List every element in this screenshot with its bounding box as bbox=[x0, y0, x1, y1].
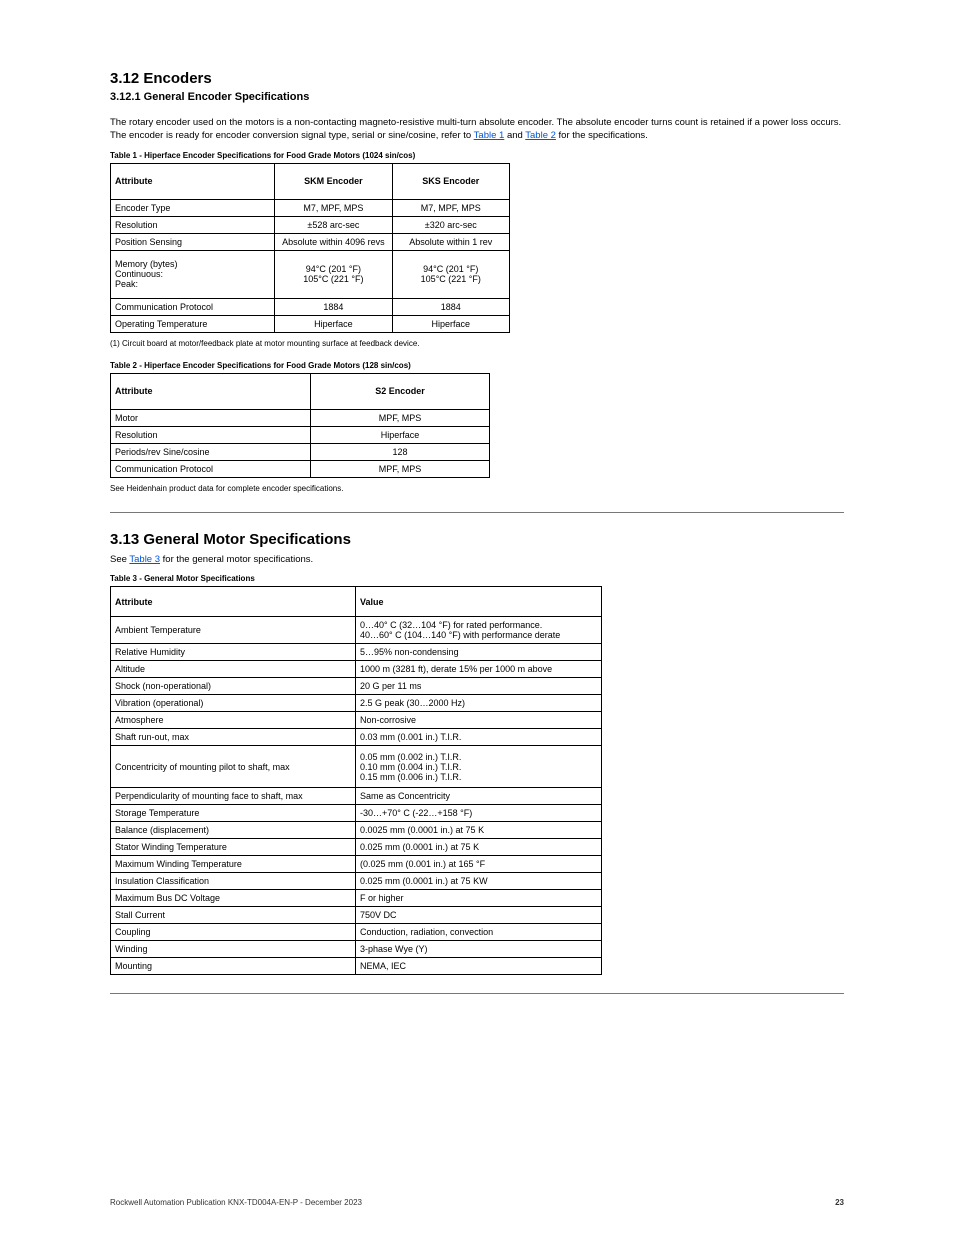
table-row: Concentricity of mounting pilot to shaft… bbox=[111, 746, 602, 788]
table1-h0: Attribute bbox=[111, 163, 275, 199]
table-row: Storage Temperature-30…+70° C (-22…+158 … bbox=[111, 805, 602, 822]
table3: Attribute Value Ambient Temperature0…40°… bbox=[110, 586, 602, 975]
footer-page-number: 23 bbox=[835, 1198, 844, 1207]
table1-h2: SKS Encoder bbox=[392, 163, 509, 199]
table-row: Stall Current750V DC bbox=[111, 907, 602, 924]
table3-h1: Value bbox=[356, 587, 602, 617]
intro-link-1[interactable]: Table 1 bbox=[474, 130, 505, 141]
table-row: Vibration (operational)2.5 G peak (30…20… bbox=[111, 695, 602, 712]
table-row: Stator Winding Temperature0.025 mm (0.00… bbox=[111, 839, 602, 856]
table1-caption: Table 1 - Hiperface Encoder Specificatio… bbox=[110, 151, 844, 160]
table-row: Relative Humidity5…95% non-condensing bbox=[111, 644, 602, 661]
table2-h1: S2 Encoder bbox=[311, 373, 490, 409]
table2-footnote: See Heidenhain product data for complete… bbox=[110, 484, 844, 494]
table-row: Maximum Winding Temperature(0.025 mm (0.… bbox=[111, 856, 602, 873]
divider bbox=[110, 512, 844, 513]
table-row: AtmosphereNon-corrosive bbox=[111, 712, 602, 729]
table-row: Communication Protocol MPF, MPS bbox=[111, 460, 490, 477]
table-row: Balance (displacement)0.0025 mm (0.0001 … bbox=[111, 822, 602, 839]
table-row: Motor MPF, MPS bbox=[111, 409, 490, 426]
table1-footnote: (1) Circuit board at motor/feedback plat… bbox=[110, 339, 844, 349]
table-row: Perpendicularity of mounting face to sha… bbox=[111, 788, 602, 805]
sec2-link[interactable]: Table 3 bbox=[129, 554, 160, 565]
section-heading-3-13: 3.13 General Motor Specifications bbox=[110, 531, 844, 548]
sec2-intro: See Table 3 for the general motor specif… bbox=[110, 554, 844, 567]
table2-h0: Attribute bbox=[111, 373, 311, 409]
table-row: Resolution ±528 arc-sec ±320 arc-sec bbox=[111, 216, 510, 233]
table-row: Altitude1000 m (3281 ft), derate 15% per… bbox=[111, 661, 602, 678]
subsection-title: 3.12.1 General Encoder Specifications bbox=[110, 91, 844, 103]
table-row: Insulation Classification0.025 mm (0.000… bbox=[111, 873, 602, 890]
table-row: Shock (non-operational)20 G per 11 ms bbox=[111, 678, 602, 695]
intro-text-2: and bbox=[507, 130, 525, 141]
table-row: MountingNEMA, IEC bbox=[111, 958, 602, 975]
intro-paragraph: The rotary encoder used on the motors is… bbox=[110, 117, 844, 143]
table1: Attribute SKM Encoder SKS Encoder Encode… bbox=[110, 163, 510, 333]
table-row: CouplingConduction, radiation, convectio… bbox=[111, 924, 602, 941]
section-number-title: 3.12 Encoders bbox=[110, 70, 844, 87]
table-row: Maximum Bus DC VoltageF or higher bbox=[111, 890, 602, 907]
table-row: Memory (bytes) Continuous: Peak: 94°C (2… bbox=[111, 250, 510, 298]
table2-caption: Table 2 - Hiperface Encoder Specificatio… bbox=[110, 361, 844, 370]
table-row: Resolution Hiperface bbox=[111, 426, 490, 443]
table-row: Shaft run-out, max0.03 mm (0.001 in.) T.… bbox=[111, 729, 602, 746]
table1-h1: SKM Encoder bbox=[275, 163, 392, 199]
table-row: Ambient Temperature0…40° C (32…104 °F) f… bbox=[111, 617, 602, 644]
page-content: 3.12 Encoders 3.12.1 General Encoder Spe… bbox=[110, 70, 844, 994]
table-row: Periods/rev Sine/cosine 128 bbox=[111, 443, 490, 460]
table-row: Communication Protocol 1884 1884 bbox=[111, 298, 510, 315]
table-row: Position Sensing Absolute within 4096 re… bbox=[111, 233, 510, 250]
page-footer: Rockwell Automation Publication KNX-TD00… bbox=[0, 1198, 954, 1207]
table-row: Encoder Type M7, MPF, MPS M7, MPF, MPS bbox=[111, 199, 510, 216]
intro-link-2[interactable]: Table 2 bbox=[525, 130, 556, 141]
footer-publication: Rockwell Automation Publication KNX-TD00… bbox=[110, 1198, 362, 1207]
table-row: Operating Temperature Hiperface Hiperfac… bbox=[111, 315, 510, 332]
table-row: Winding3-phase Wye (Y) bbox=[111, 941, 602, 958]
intro-text-3: for the specifications. bbox=[559, 130, 648, 141]
table3-h0: Attribute bbox=[111, 587, 356, 617]
table2: Attribute S2 Encoder Motor MPF, MPS Reso… bbox=[110, 373, 490, 478]
table3-caption: Table 3 - General Motor Specifications bbox=[110, 574, 844, 583]
divider-2 bbox=[110, 993, 844, 994]
